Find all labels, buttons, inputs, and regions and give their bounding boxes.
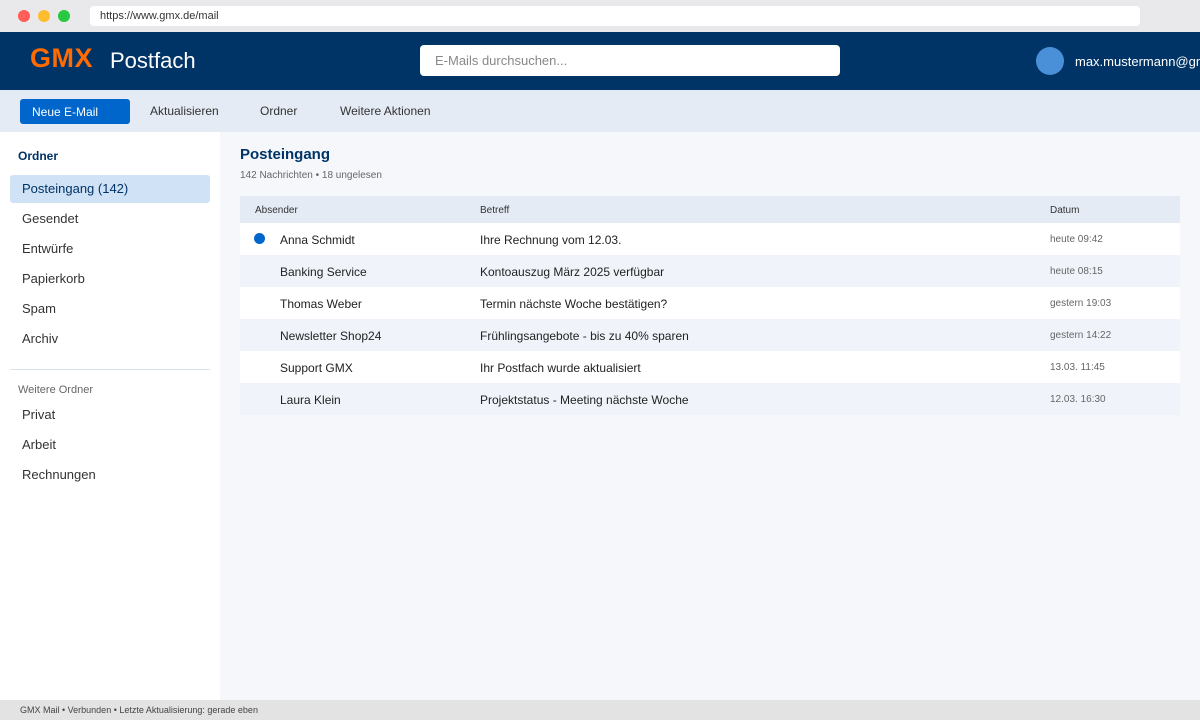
email-table: Absender Betreff Datum Anna Schmidt Ihre… [240, 196, 1180, 415]
unread-indicator-icon [254, 233, 265, 244]
folder-button[interactable]: Ordner [260, 104, 297, 118]
email-sender: Support GMX [280, 361, 353, 375]
email-date: heute 09:42 [1050, 234, 1103, 245]
refresh-button[interactable]: Aktualisieren [150, 104, 219, 118]
email-subject: Frühlingsangebote - bis zu 40% sparen [480, 329, 689, 343]
column-header-date[interactable]: Datum [1050, 205, 1079, 216]
email-sender: Anna Schmidt [280, 233, 355, 247]
email-date: 13.03. 11:45 [1050, 362, 1105, 373]
email-date: heute 08:15 [1050, 266, 1103, 277]
sidebar-item-archive[interactable]: Archiv [10, 325, 210, 353]
email-row[interactable]: Newsletter Shop24 Frühlingsangebote - bi… [240, 319, 1180, 351]
email-sender: Laura Klein [280, 393, 341, 407]
table-header: Absender Betreff Datum [240, 196, 1180, 223]
minimize-window-button[interactable] [38, 10, 50, 22]
sidebar-more-heading: Weitere Ordner [18, 384, 93, 396]
sidebar-item-trash[interactable]: Papierkorb [10, 265, 210, 293]
email-sender: Banking Service [280, 265, 367, 279]
close-window-button[interactable] [18, 10, 30, 22]
status-bar: GMX Mail • Verbunden • Letzte Aktualisie… [0, 700, 1200, 720]
browser-chrome: https://www.gmx.de/mail [0, 0, 1200, 32]
email-subject: Ihr Postfach wurde aktualisiert [480, 361, 641, 375]
maximize-window-button[interactable] [58, 10, 70, 22]
email-row[interactable]: Banking Service Kontoauszug März 2025 ve… [240, 255, 1180, 287]
email-row[interactable]: Anna Schmidt Ihre Rechnung vom 12.03. he… [240, 223, 1180, 255]
sidebar-item-inbox[interactable]: Posteingang (142) [10, 175, 210, 203]
sidebar-item-spam[interactable]: Spam [10, 295, 210, 323]
app-header: GMX Postfach max.mustermann@gmx.de [0, 32, 1200, 90]
new-mail-button[interactable]: Neue E-Mail [20, 99, 130, 124]
email-subject: Ihre Rechnung vom 12.03. [480, 233, 622, 247]
sidebar: Ordner Posteingang (142) Gesendet Entwür… [0, 132, 220, 700]
user-name[interactable]: max.mustermann@gmx.de [1075, 54, 1200, 69]
email-date: 12.03. 16:30 [1050, 394, 1106, 405]
sidebar-item-sent[interactable]: Gesendet [10, 205, 210, 233]
email-date: gestern 14:22 [1050, 330, 1112, 341]
email-subject: Termin nächste Woche bestätigen? [480, 297, 668, 311]
toolbar: Neue E-Mail Aktualisieren Ordner Weitere… [0, 90, 1200, 132]
sidebar-item-work[interactable]: Arbeit [10, 431, 210, 459]
sidebar-divider [10, 369, 210, 370]
email-subject: Kontoauszug März 2025 verfügbar [480, 265, 665, 279]
sidebar-item-private[interactable]: Privat [10, 401, 210, 429]
email-date: gestern 19:03 [1050, 298, 1112, 309]
address-bar[interactable]: https://www.gmx.de/mail [90, 6, 1140, 26]
column-header-subject[interactable]: Betreff [480, 205, 509, 216]
email-row[interactable]: Laura Klein Projektstatus - Meeting näch… [240, 383, 1180, 415]
email-subject: Projektstatus - Meeting nächste Woche [480, 393, 689, 407]
app-title: Postfach [110, 48, 196, 73]
gmx-logo[interactable]: GMX [30, 43, 93, 74]
message-count: 142 Nachrichten • 18 ungelesen [240, 170, 382, 181]
column-header-sender[interactable]: Absender [255, 205, 298, 216]
sidebar-item-drafts[interactable]: Entwürfe [10, 235, 210, 263]
email-sender: Thomas Weber [280, 297, 362, 311]
sidebar-heading: Ordner [18, 149, 59, 163]
email-row[interactable]: Support GMX Ihr Postfach wurde aktualisi… [240, 351, 1180, 383]
page-title: Posteingang [240, 146, 331, 163]
sidebar-item-invoices[interactable]: Rechnungen [10, 461, 210, 489]
more-actions-button[interactable]: Weitere Aktionen [340, 104, 431, 118]
user-avatar[interactable] [1036, 47, 1064, 75]
search-input[interactable] [420, 45, 840, 76]
email-sender: Newsletter Shop24 [280, 329, 382, 343]
email-row[interactable]: Thomas Weber Termin nächste Woche bestät… [240, 287, 1180, 319]
